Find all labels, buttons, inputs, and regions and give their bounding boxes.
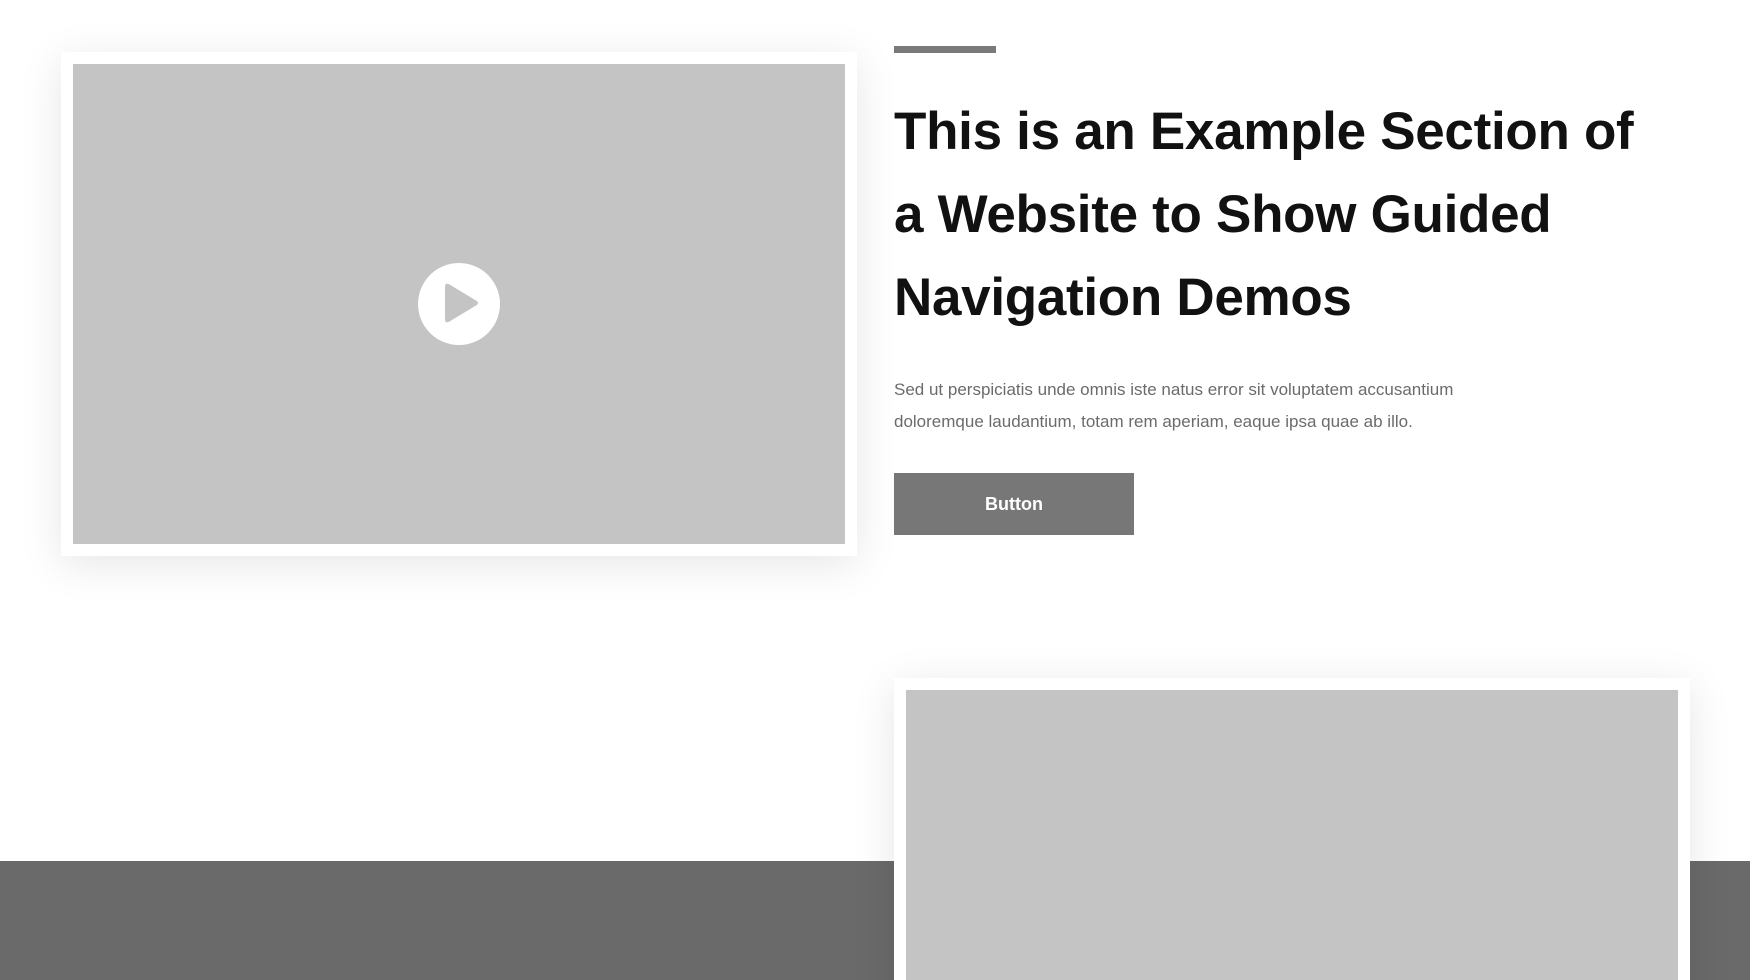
video-card: [61, 52, 857, 556]
play-button[interactable]: [418, 263, 500, 345]
play-icon: [445, 283, 478, 323]
section-headline: This is an Example Section of a Website …: [894, 102, 1634, 327]
image-placeholder: [906, 690, 1678, 980]
video-placeholder[interactable]: [73, 64, 845, 544]
accent-bar: [894, 46, 996, 53]
cta-button[interactable]: Button: [894, 473, 1134, 535]
section-body-text: Sed ut perspiciatis unde omnis iste natu…: [894, 380, 1454, 431]
page: This is an Example Section of a Website …: [0, 0, 1750, 980]
image-card: [894, 678, 1690, 980]
